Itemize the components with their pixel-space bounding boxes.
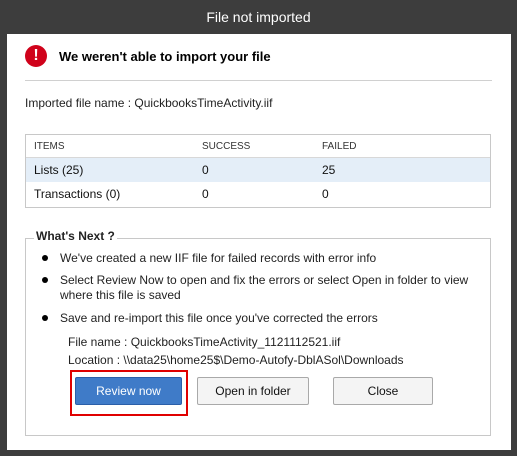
imported-file-label: Imported file name : — [25, 96, 132, 110]
failed-file-name: File name : QuickbooksTimeActivity_11211… — [68, 335, 341, 349]
table-row[interactable]: Lists (25) 0 25 — [26, 158, 490, 182]
error-header: ! We weren't able to import your file — [25, 42, 271, 70]
open-in-folder-button[interactable]: Open in folder — [197, 377, 309, 405]
bullet-icon — [42, 315, 48, 321]
row-success: 0 — [202, 187, 209, 201]
failed-file-location: Location : \\data25\home25$\Demo-Autofy-… — [68, 353, 404, 367]
error-message: We weren't able to import your file — [59, 48, 271, 64]
table-row[interactable]: Transactions (0) 0 0 — [26, 182, 490, 206]
imported-file-name: QuickbooksTimeActivity.iif — [134, 96, 273, 110]
next-step-text: Select Review Now to open and fix the er… — [60, 273, 469, 302]
row-item: Transactions (0) — [34, 187, 121, 201]
row-item: Lists (25) — [34, 163, 84, 177]
dialog-title: File not imported — [206, 9, 311, 25]
exclamation-icon: ! — [25, 45, 47, 67]
next-step-item: Select Review Now to open and fix the er… — [42, 273, 470, 303]
row-success: 0 — [202, 163, 209, 177]
close-button[interactable]: Close — [333, 377, 433, 405]
divider — [25, 80, 492, 81]
column-success: SUCCESS — [202, 140, 251, 152]
table-header: ITEMS SUCCESS FAILED — [26, 135, 490, 158]
row-failed: 0 — [322, 187, 329, 201]
whats-next-title: What's Next ? — [34, 229, 117, 243]
next-step-text: We've created a new IIF file for failed … — [60, 251, 377, 265]
column-failed: FAILED — [322, 140, 357, 152]
next-step-item: We've created a new IIF file for failed … — [42, 251, 470, 266]
imported-file-row: Imported file name : QuickbooksTimeActiv… — [25, 96, 272, 110]
row-failed: 25 — [322, 163, 336, 177]
next-step-text: Save and re-import this file once you've… — [60, 311, 378, 325]
results-table: ITEMS SUCCESS FAILED Lists (25) 0 25 Tra… — [25, 134, 491, 208]
bullet-icon — [42, 277, 48, 283]
bullet-icon — [42, 255, 48, 261]
dialog-body: ! We weren't able to import your file Im… — [7, 34, 511, 450]
import-error-dialog: File not imported ! We weren't able to i… — [0, 0, 517, 456]
column-items: ITEMS — [34, 140, 65, 152]
next-step-item: Save and re-import this file once you've… — [42, 311, 470, 326]
review-now-button[interactable]: Review now — [75, 377, 182, 405]
